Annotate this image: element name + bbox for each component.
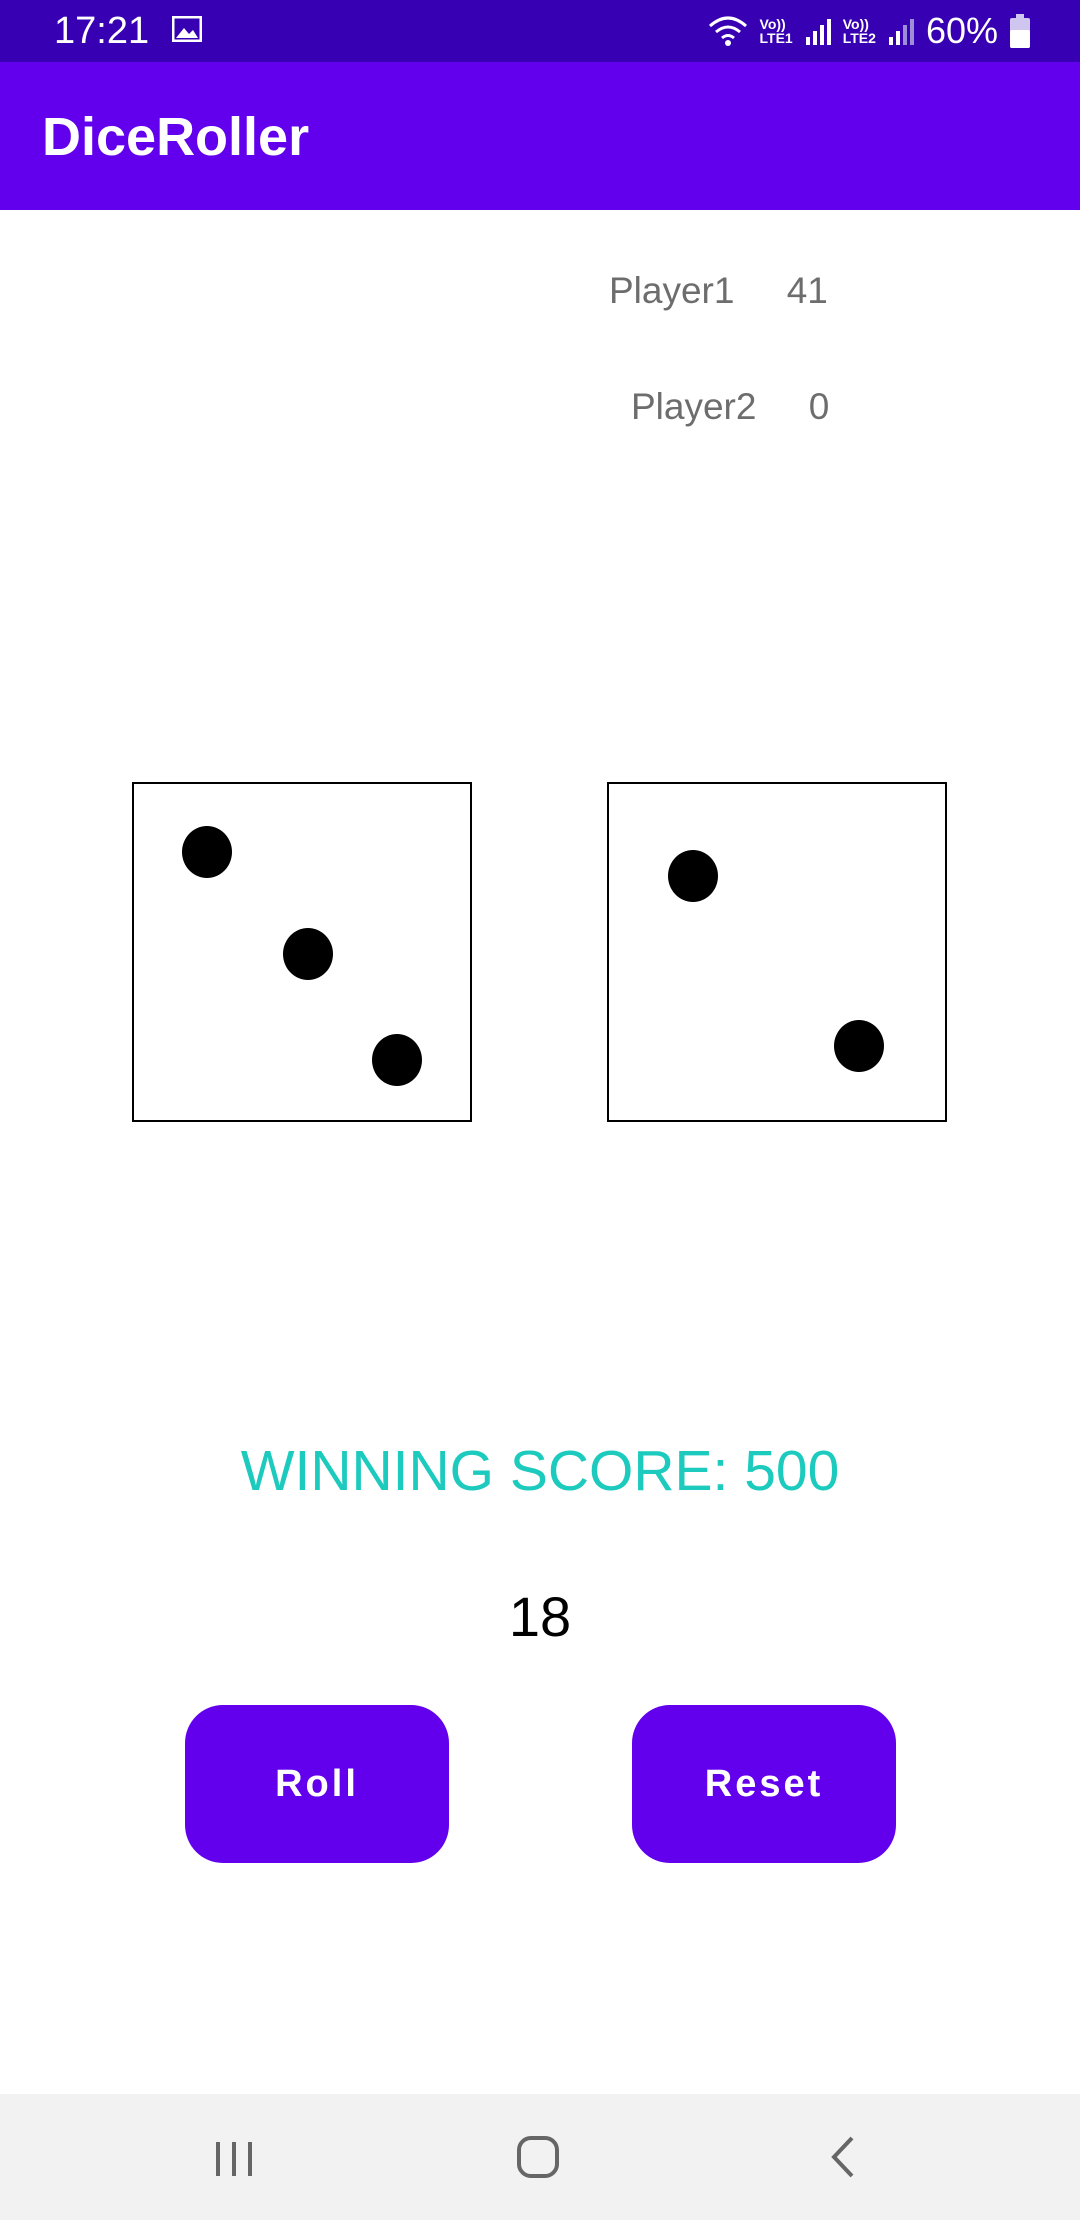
status-bar: 17:21 Vo)) LTE1 Vo)) LTE2 60% bbox=[0, 0, 1080, 62]
winning-score: WINNING SCORE: 500 bbox=[240, 1439, 840, 1503]
roll-button[interactable]: Roll bbox=[185, 1705, 449, 1863]
dice-pip bbox=[834, 1020, 884, 1072]
player2-label: Player2 bbox=[631, 386, 757, 427]
back-icon[interactable] bbox=[812, 2132, 872, 2182]
home-icon[interactable] bbox=[508, 2132, 568, 2182]
player1-label: Player1 bbox=[609, 270, 735, 311]
battery-icon bbox=[1010, 14, 1030, 48]
recents-icon[interactable] bbox=[206, 2132, 266, 2182]
app-bar: DiceRoller bbox=[0, 62, 1080, 210]
wifi-icon bbox=[708, 14, 748, 48]
signal-icon bbox=[888, 17, 914, 45]
player2-score-row: Player2 0 bbox=[631, 386, 829, 428]
dice-left bbox=[132, 782, 472, 1122]
status-time: 17:21 bbox=[54, 10, 150, 52]
player2-score: 0 bbox=[808, 386, 830, 427]
player1-score-row: Player1 41 bbox=[609, 270, 828, 312]
app-title: DiceRoller bbox=[42, 107, 310, 167]
dice-right bbox=[607, 782, 947, 1122]
status-indicators: Vo)) LTE1 Vo)) LTE2 60% bbox=[708, 10, 1030, 52]
dice-pip bbox=[182, 826, 232, 878]
dice-pip bbox=[372, 1034, 422, 1086]
player1-score: 41 bbox=[786, 270, 828, 311]
dice-pip bbox=[283, 928, 333, 980]
signal-icon bbox=[805, 17, 831, 45]
reset-button[interactable]: Reset bbox=[632, 1705, 896, 1863]
dice-pip bbox=[668, 850, 718, 902]
image-icon bbox=[171, 15, 203, 43]
battery-percent: 60% bbox=[925, 10, 998, 51]
lte2-label: Vo)) LTE2 bbox=[842, 16, 876, 46]
current-roll-total: 18 bbox=[508, 1585, 572, 1648]
lte1-label: Vo)) LTE1 bbox=[759, 16, 793, 46]
navigation-bar bbox=[0, 2094, 1080, 2220]
